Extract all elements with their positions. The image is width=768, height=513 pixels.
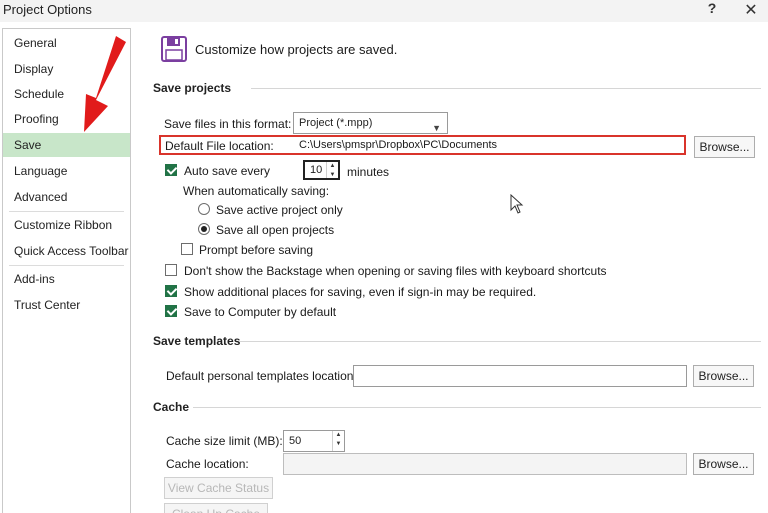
save-to-computer-checkbox[interactable] [165, 305, 177, 317]
file-format-value: Project (*.mpp) [299, 117, 373, 129]
section-title-save-templates: Save templates [153, 334, 241, 348]
backstage-label: Don't show the Backstage when opening or… [184, 264, 607, 278]
templates-location-input[interactable] [353, 365, 687, 387]
when-saving-label: When automatically saving: [183, 184, 330, 198]
sidebar-item-customize-ribbon[interactable]: Customize Ribbon [3, 213, 130, 237]
cache-size-value: 50 [289, 435, 302, 447]
auto-save-minutes-stepper[interactable]: 10 ▲ ▼ [303, 160, 340, 180]
browse-templates-button[interactable]: Browse... [693, 365, 754, 387]
sidebar-item-quick-access-toolbar[interactable]: Quick Access Toolbar [3, 239, 130, 263]
window-title: Project Options [3, 2, 92, 17]
default-location-label: Default File location: [165, 139, 274, 153]
sidebar-item-trust-center[interactable]: Trust Center [3, 293, 130, 317]
file-format-select[interactable]: Project (*.mpp) ▼ [293, 112, 448, 134]
save-all-projects-radio[interactable] [198, 223, 210, 235]
save-to-computer-label: Save to Computer by default [184, 305, 337, 319]
spin-arrows-icon[interactable]: ▲ ▼ [326, 162, 338, 178]
cache-location-label: Cache location: [166, 457, 249, 471]
section-title-cache: Cache [153, 400, 190, 414]
cache-size-label: Cache size limit (MB): [166, 434, 283, 448]
section-divider [239, 341, 761, 342]
clean-up-cache-button[interactable]: Clean Up Cache [164, 503, 268, 513]
save-active-project-label: Save active project only [216, 203, 343, 217]
browse-default-location-button[interactable]: Browse... [694, 136, 755, 158]
section-title-save-projects: Save projects [153, 81, 232, 95]
default-location-input[interactable]: C:\Users\pmspr\Dropbox\PC\Documents [299, 139, 497, 151]
page-heading: Customize how projects are saved. [195, 42, 398, 57]
prompt-before-saving-checkbox[interactable] [181, 243, 193, 255]
mouse-cursor-icon [510, 194, 524, 214]
sidebar-divider [9, 265, 124, 266]
title-bar: Project Options ? ✕ [0, 0, 768, 22]
help-icon[interactable]: ? [704, 0, 720, 16]
sidebar-item-add-ins[interactable]: Add-ins [3, 267, 130, 291]
save-options-panel: Customize how projects are saved. Save p… [133, 22, 768, 513]
backstage-checkbox[interactable] [165, 264, 177, 276]
spin-arrows-icon[interactable]: ▲ ▼ [332, 431, 344, 451]
section-divider [193, 407, 761, 408]
prompt-before-saving-label: Prompt before saving [199, 243, 314, 257]
additional-places-label: Show additional places for saving, even … [184, 285, 537, 299]
cache-location-input[interactable] [283, 453, 687, 475]
sidebar-item-language[interactable]: Language [3, 159, 130, 183]
sidebar-item-advanced[interactable]: Advanced [3, 185, 130, 209]
sidebar-item-save[interactable]: Save [3, 133, 130, 157]
section-divider [251, 88, 761, 89]
format-label: Save files in this format: [164, 117, 292, 131]
auto-save-checkbox[interactable] [165, 164, 177, 176]
red-arrow-icon [84, 36, 126, 132]
templates-location-label: Default personal templates location: [166, 369, 357, 383]
sidebar-divider [9, 211, 124, 212]
floppy-disk-icon [161, 36, 187, 62]
auto-save-label: Auto save every [184, 164, 271, 178]
auto-save-minutes-value: 10 [310, 164, 323, 176]
minutes-label: minutes [347, 165, 390, 179]
additional-places-checkbox[interactable] [165, 285, 177, 297]
cache-size-stepper[interactable]: 50 ▲ ▼ [283, 430, 345, 452]
save-all-projects-label: Save all open projects [216, 223, 335, 237]
browse-cache-button[interactable]: Browse... [693, 453, 754, 475]
save-active-project-radio[interactable] [198, 203, 210, 215]
view-cache-status-button[interactable]: View Cache Status [164, 477, 273, 499]
close-icon[interactable]: ✕ [743, 0, 759, 20]
